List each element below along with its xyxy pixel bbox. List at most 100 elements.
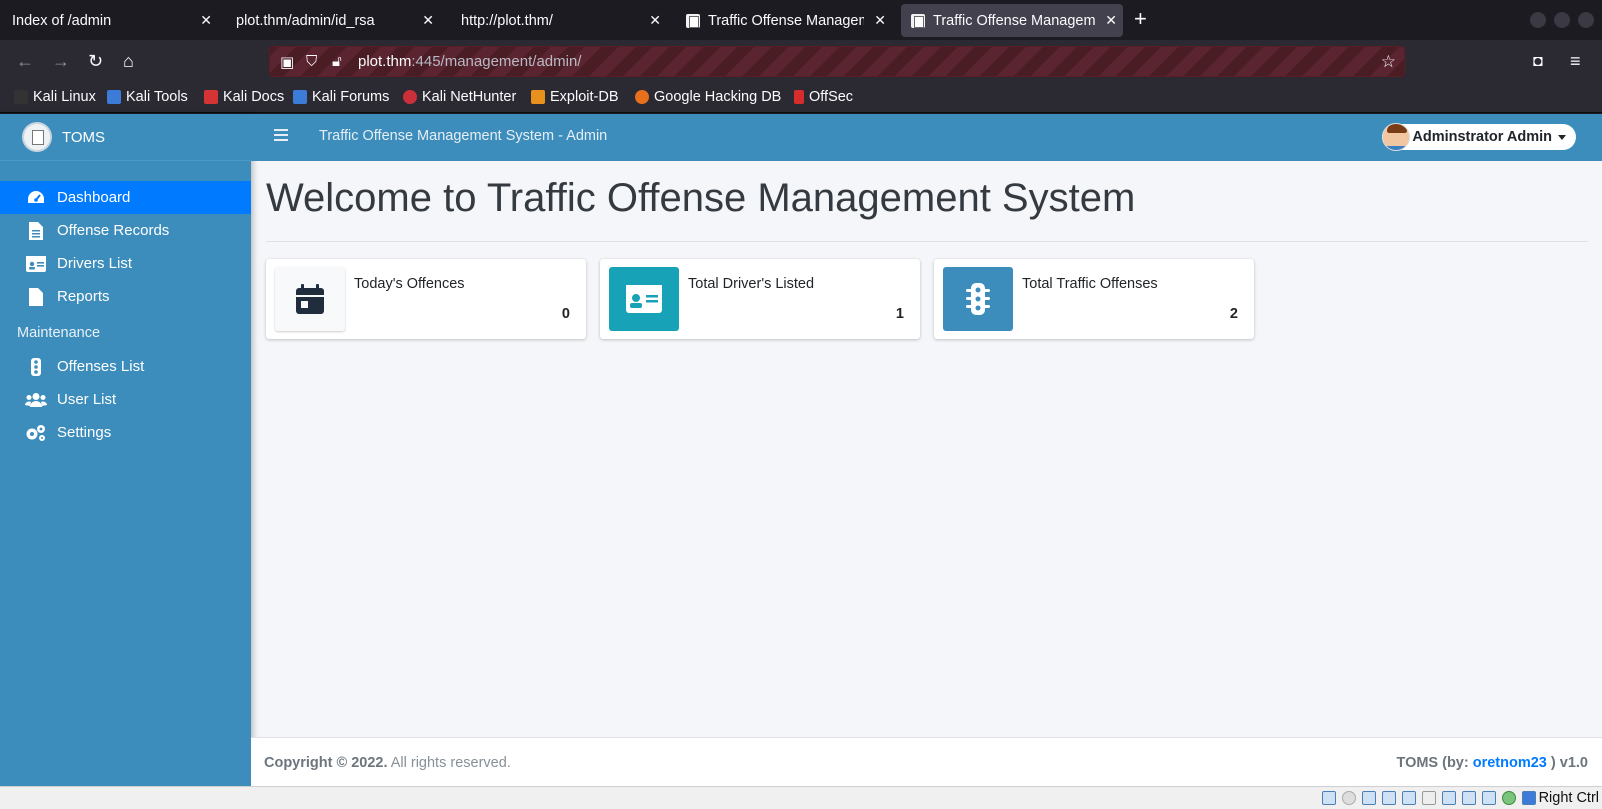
url-bar[interactable]: ▣ ⛉ 🔓︎ plot.thm:445/management/admin/ ☆ bbox=[269, 46, 1405, 77]
brand-text: TOMS bbox=[62, 128, 106, 146]
display-icon[interactable] bbox=[1442, 791, 1456, 805]
hamburger-menu-icon[interactable]: ≡ bbox=[1570, 50, 1581, 72]
browser-tab[interactable]: http://plot.thm/ ✕ bbox=[451, 4, 667, 37]
bookmark-kali-forums[interactable]: Kali Forums bbox=[293, 89, 389, 105]
url-path: :445/management/admin/ bbox=[411, 53, 582, 70]
sidebar-item-label: Offenses List bbox=[57, 358, 145, 375]
info-box-todays-offences: Today's Offences 0 bbox=[266, 259, 586, 339]
sidebar-item-dashboard[interactable]: Dashboard bbox=[0, 181, 251, 214]
usb-icon[interactable] bbox=[1402, 791, 1416, 805]
copyright-text: Copyright © 2022. bbox=[264, 755, 388, 771]
kali-tools-icon bbox=[107, 90, 121, 104]
sidebar-toggle-icon[interactable] bbox=[274, 129, 288, 142]
user-menu-dropdown[interactable]: Adminstrator Admin bbox=[1382, 123, 1576, 151]
cpu-icon[interactable] bbox=[1482, 791, 1496, 805]
sidebar-item-label: Offense Records bbox=[57, 222, 170, 239]
bookmark-google-hacking-db[interactable]: Google Hacking DB bbox=[635, 89, 781, 105]
cogs-icon bbox=[25, 424, 47, 442]
bookmark-label: Google Hacking DB bbox=[654, 89, 782, 105]
storage-icon[interactable] bbox=[1322, 791, 1336, 805]
lock-warning-icon[interactable]: 🔓︎ bbox=[332, 53, 342, 70]
remote-control-icon: ▣ bbox=[280, 54, 295, 71]
bookmark-label: Kali Tools bbox=[126, 89, 188, 105]
kali-dragon-icon bbox=[14, 90, 28, 104]
bookmark-star-icon[interactable]: ☆ bbox=[1381, 52, 1396, 72]
bookmark-kali-linux[interactable]: Kali Linux bbox=[14, 89, 96, 105]
close-icon[interactable]: ✕ bbox=[649, 12, 661, 29]
author-link[interactable]: oretnom23 bbox=[1473, 755, 1547, 771]
maximize-button[interactable] bbox=[1554, 12, 1570, 28]
tab-title: http://plot.thm/ bbox=[461, 12, 553, 29]
close-icon[interactable]: ✕ bbox=[200, 12, 212, 29]
network-icon[interactable] bbox=[1382, 791, 1396, 805]
bookmark-kali-docs[interactable]: Kali Docs bbox=[204, 89, 284, 105]
file-alt-icon bbox=[25, 221, 47, 240]
info-box-number: 1 bbox=[895, 306, 904, 322]
window-close-button[interactable] bbox=[1578, 12, 1594, 28]
pocket-icon[interactable]: ◘ bbox=[1533, 51, 1543, 73]
tab-title: plot.thm/admin/id_rsa bbox=[236, 12, 375, 29]
vm-status-bar: Right Ctrl bbox=[0, 786, 1602, 809]
new-tab-button[interactable]: + bbox=[1134, 8, 1147, 30]
info-box-label: Total Driver's Listed bbox=[688, 276, 815, 292]
sidebar-item-drivers-list[interactable]: Drivers List bbox=[0, 247, 251, 280]
tab-title: Traffic Offense Management bbox=[933, 12, 1095, 29]
calendar-icon bbox=[275, 267, 345, 331]
home-icon[interactable]: ⌂ bbox=[123, 50, 134, 72]
browser-tab[interactable]: plot.thm/admin/id_rsa ✕ bbox=[226, 4, 440, 37]
bookmark-offsec[interactable]: OffSec bbox=[794, 89, 853, 105]
browser-tab[interactable]: Traffic Offense Management ✕ bbox=[676, 4, 892, 37]
recording-icon[interactable] bbox=[1462, 791, 1476, 805]
browser-tab-active[interactable]: Traffic Offense Management ✕ bbox=[901, 4, 1123, 37]
maintenance-header: Maintenance bbox=[17, 325, 101, 341]
kali-forums-icon bbox=[293, 90, 307, 104]
url-text[interactable]: plot.thm:445/management/admin/ bbox=[358, 53, 581, 70]
page-favicon-icon bbox=[686, 13, 700, 28]
audio-icon[interactable] bbox=[1362, 791, 1376, 805]
user-name: Adminstrator Admin bbox=[1412, 129, 1552, 145]
browser-tab-bar: Index of /admin ✕ plot.thm/admin/id_rsa … bbox=[0, 0, 1602, 40]
sidebar-item-offenses-list[interactable]: Offenses List bbox=[0, 350, 251, 383]
divider bbox=[266, 241, 1588, 242]
shield-icon[interactable]: ⛉ bbox=[306, 53, 317, 70]
close-icon[interactable]: ✕ bbox=[1105, 12, 1117, 29]
footer-credit: TOMS (by: oretnom23 ) v1.0 bbox=[1396, 755, 1588, 771]
forward-arrow-icon[interactable]: → bbox=[52, 50, 70, 72]
info-box-total-drivers: Total Driver's Listed 1 bbox=[600, 259, 920, 339]
shared-folders-icon[interactable] bbox=[1422, 791, 1436, 805]
brand-logo bbox=[24, 124, 50, 150]
sidebar-item-reports[interactable]: Reports bbox=[0, 280, 251, 313]
bookmark-exploit-db[interactable]: Exploit-DB bbox=[531, 89, 619, 105]
minimize-button[interactable] bbox=[1530, 12, 1546, 28]
sidebar-item-label: Reports bbox=[57, 288, 110, 305]
bookmark-kali-nethunter[interactable]: Kali NetHunter bbox=[403, 89, 516, 105]
close-icon[interactable]: ✕ bbox=[422, 12, 434, 29]
url-host: plot.thm bbox=[358, 53, 412, 70]
back-arrow-icon[interactable]: ← bbox=[16, 50, 34, 72]
offsec-icon bbox=[794, 90, 804, 104]
bookmark-label: Kali NetHunter bbox=[422, 89, 517, 105]
tab-title: Index of /admin bbox=[12, 12, 112, 29]
credit-suffix: ) v1.0 bbox=[1550, 755, 1588, 771]
credit-prefix: TOMS (by: bbox=[1396, 755, 1469, 771]
page-favicon-icon bbox=[911, 13, 925, 28]
sidebar-item-settings[interactable]: Settings bbox=[0, 416, 251, 449]
avatar bbox=[1382, 123, 1411, 151]
optical-drive-icon[interactable] bbox=[1342, 791, 1356, 805]
brand-link[interactable]: TOMS bbox=[0, 114, 251, 161]
sidebar-item-user-list[interactable]: User List bbox=[0, 383, 251, 416]
sidebar-item-offense-records[interactable]: Offense Records bbox=[0, 214, 251, 247]
keyboard-capture-icon[interactable] bbox=[1522, 791, 1536, 805]
bookmarks-toolbar: Kali Linux Kali Tools Kali Docs Kali For… bbox=[0, 83, 1602, 113]
guest-additions-icon[interactable] bbox=[1502, 791, 1516, 805]
info-box-total-offenses: Total Traffic Offenses 2 bbox=[934, 259, 1254, 339]
sidebar: TOMS Dashboard Offense Records Drivers L… bbox=[0, 114, 251, 786]
rights-text: All rights reserved. bbox=[390, 755, 511, 771]
close-icon[interactable]: ✕ bbox=[874, 12, 886, 29]
id-card-icon bbox=[609, 267, 679, 331]
file-icon bbox=[25, 287, 47, 306]
bookmark-kali-tools[interactable]: Kali Tools bbox=[107, 89, 188, 105]
sidebar-item-label: Drivers List bbox=[57, 255, 133, 272]
reload-icon[interactable]: ↻ bbox=[88, 50, 103, 72]
browser-tab[interactable]: Index of /admin ✕ bbox=[2, 4, 218, 37]
